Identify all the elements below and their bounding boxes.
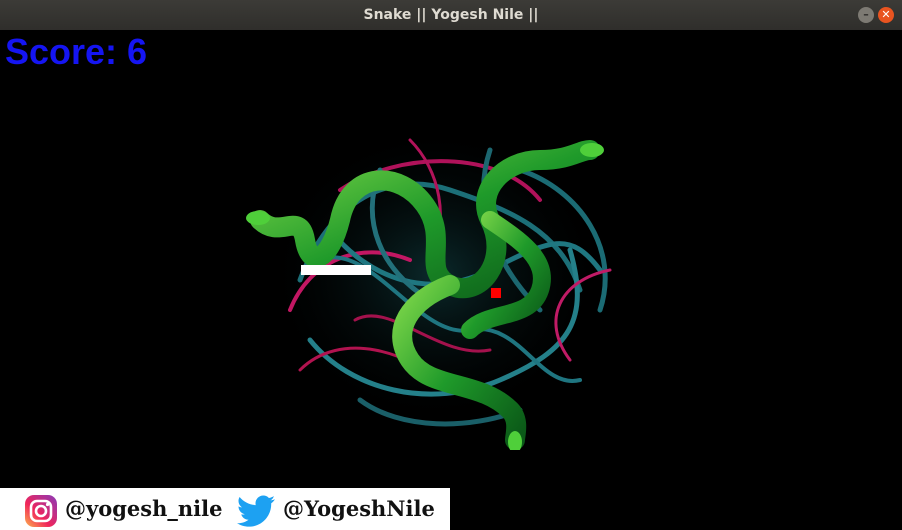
minimize-button[interactable]: – xyxy=(858,7,874,23)
snakes-background-art xyxy=(246,125,612,450)
social-banner: @yogesh_nile @YogeshNile xyxy=(0,488,450,530)
close-icon: ✕ xyxy=(881,8,891,21)
snake-body xyxy=(301,265,371,275)
food-pellet xyxy=(491,288,501,298)
minimize-icon: – xyxy=(863,8,869,21)
window-title: Snake || Yogesh Nile || xyxy=(363,7,539,23)
instagram-handle: @yogesh_nile xyxy=(65,496,223,521)
window-titlebar: Snake || Yogesh Nile || – ✕ xyxy=(0,0,902,31)
score-display: Score: 6 xyxy=(5,32,147,72)
twitter-icon xyxy=(236,495,275,527)
score-label: Score: xyxy=(5,31,118,72)
score-value: 6 xyxy=(127,31,148,72)
game-canvas[interactable]: Score: 6 @yogesh_nile @YogeshNile xyxy=(0,30,902,530)
close-button[interactable]: ✕ xyxy=(878,7,894,23)
twitter-handle: @YogeshNile xyxy=(283,496,435,521)
instagram-icon xyxy=(25,495,57,527)
